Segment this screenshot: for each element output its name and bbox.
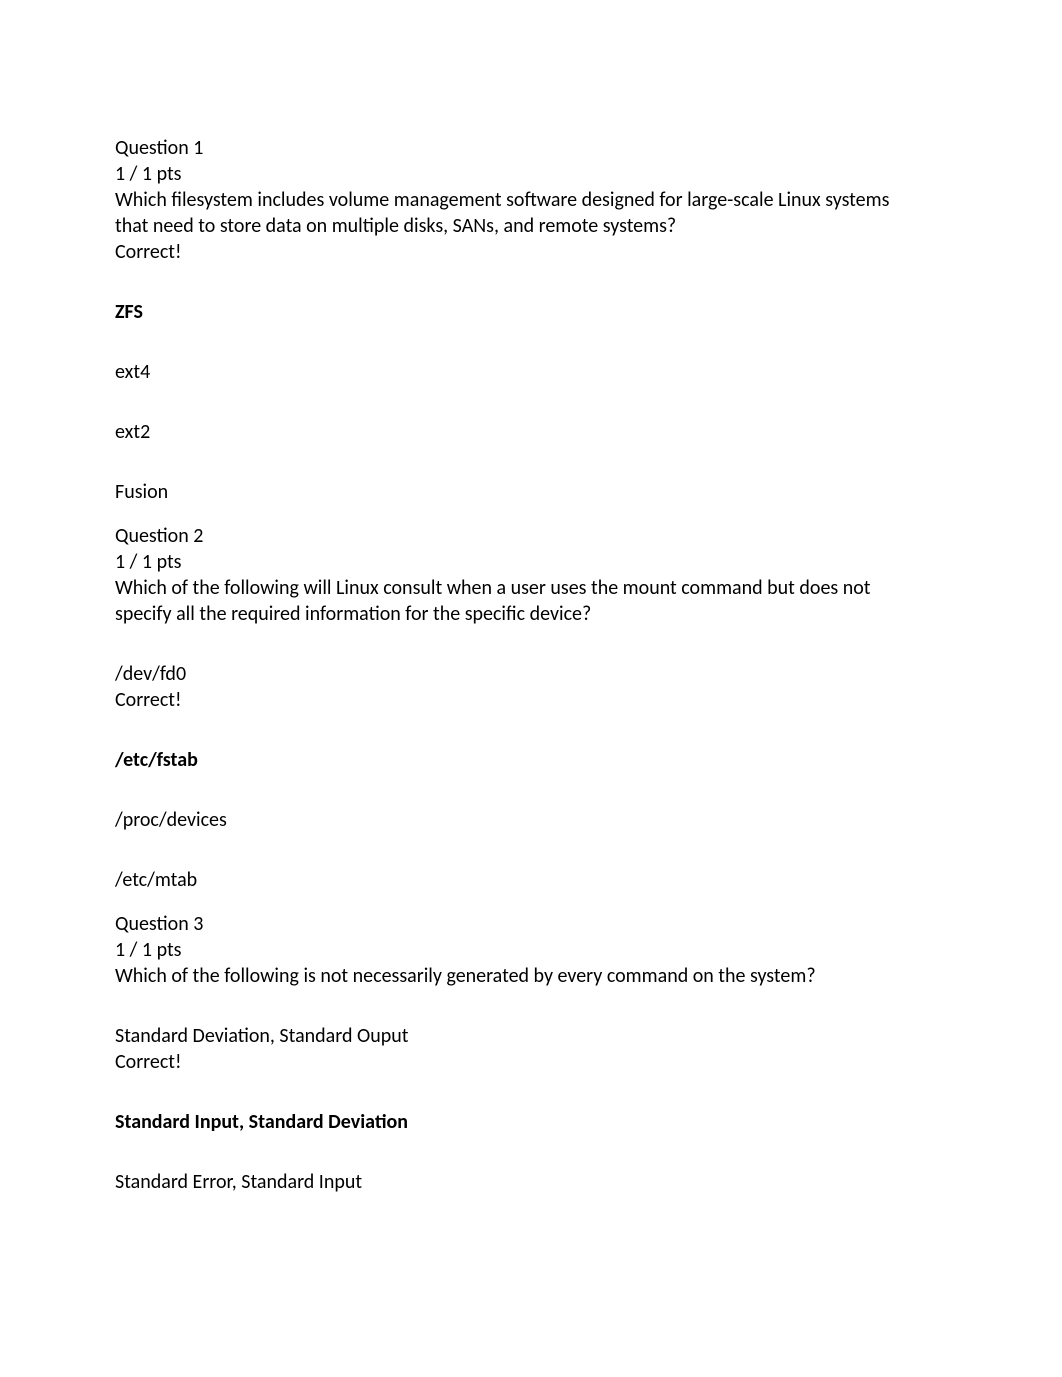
answer-option: Fusion (115, 479, 947, 505)
question-prompt-line: specify all the required information for… (115, 601, 947, 627)
question-prompt-line: that need to store data on multiple disk… (115, 213, 947, 239)
answer-option: Standard Error, Standard Input (115, 1169, 947, 1195)
document-page: Question 1 1 / 1 pts Which filesystem in… (0, 0, 1062, 1195)
question-points: 1 / 1 pts (115, 161, 947, 187)
correct-label: Correct! (115, 687, 947, 713)
question-header: Question 3 (115, 911, 947, 937)
answer-option: /dev/fd0 (115, 661, 947, 687)
question-points: 1 / 1 pts (115, 549, 947, 575)
correct-label: Correct! (115, 239, 947, 265)
answer-option: ext4 (115, 359, 947, 385)
answer-option: Standard Deviation, Standard Ouput (115, 1023, 947, 1049)
answer-option: /etc/mtab (115, 867, 947, 893)
question-prompt-line: Which filesystem includes volume managem… (115, 187, 947, 213)
question-header: Question 1 (115, 135, 947, 161)
correct-label: Correct! (115, 1049, 947, 1075)
correct-answer: ZFS (115, 299, 947, 325)
correct-answer: /etc/fstab (115, 747, 947, 773)
answer-option: ext2 (115, 419, 947, 445)
answer-option: /proc/devices (115, 807, 947, 833)
question-header: Question 2 (115, 523, 947, 549)
question-points: 1 / 1 pts (115, 937, 947, 963)
correct-answer: Standard Input, Standard Deviation (115, 1109, 947, 1135)
question-prompt-line: Which of the following will Linux consul… (115, 575, 947, 601)
question-prompt-line: Which of the following is not necessaril… (115, 963, 947, 989)
